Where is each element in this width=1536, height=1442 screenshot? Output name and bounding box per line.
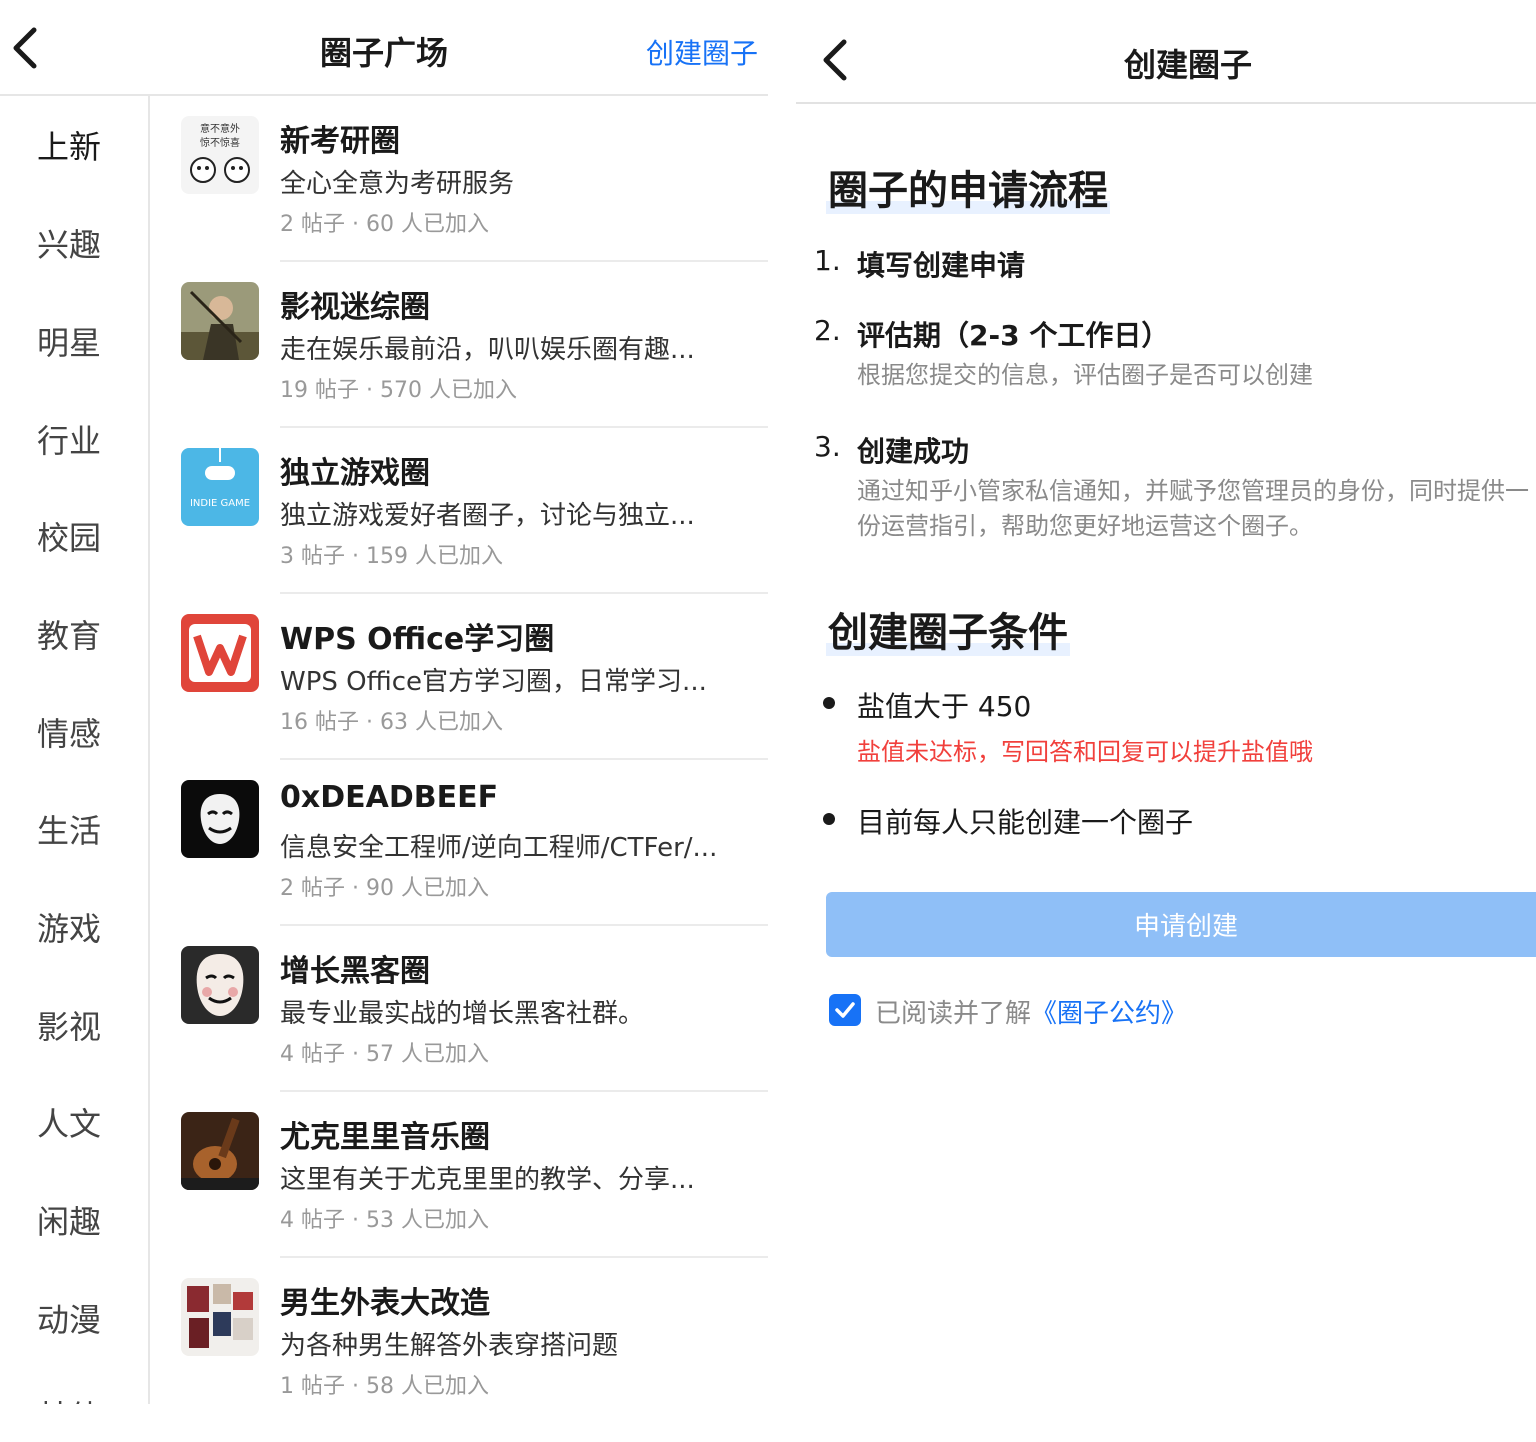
circle-desc: 独立游戏爱好者圈子，讨论与独立... xyxy=(280,501,695,531)
step-number: 2. xyxy=(814,314,841,347)
category-item[interactable]: 生活 xyxy=(37,806,147,852)
category-item[interactable]: 游戏 xyxy=(37,904,147,950)
circle-name: WPS Office学习圈 xyxy=(280,622,555,657)
circle-list: 意不意外 惊不惊喜 新考研圈 全心全意为考研服务 2 帖子 · 60 人已加入 xyxy=(150,96,768,1404)
circle-avatar-film xyxy=(181,282,259,360)
category-item[interactable]: 情感 xyxy=(37,709,147,755)
circle-desc: 走在娱乐最前沿，叭叭娱乐圈有趣... xyxy=(280,335,695,365)
bullet-dot xyxy=(823,697,835,709)
circle-meta: 4 帖子 · 53 人已加入 xyxy=(280,1208,489,1233)
circle-item[interactable]: WPS Office学习圈 WPS Office官方学习圈，日常学习... 16… xyxy=(150,594,768,760)
process-section-title: 圈子的申请流程 xyxy=(826,158,1110,216)
checkmark-icon xyxy=(835,1002,855,1018)
step-number: 1. xyxy=(814,244,841,277)
circle-desc: 这里有关于尤克里里的教学、分享... xyxy=(280,1165,695,1195)
category-item[interactable]: 教育 xyxy=(37,611,147,657)
circle-name: 男生外表大改造 xyxy=(280,1286,490,1321)
circle-meta: 3 帖子 · 159 人已加入 xyxy=(280,544,503,569)
circle-item[interactable]: 男生外表大改造 为各种男生解答外表穿搭问题 1 帖子 · 58 人已加入 xyxy=(150,1258,768,1404)
step-number: 3. xyxy=(814,430,841,463)
circle-item[interactable]: 尤克里里音乐圈 这里有关于尤克里里的教学、分享... 4 帖子 · 53 人已加… xyxy=(150,1092,768,1258)
circle-meta: 2 帖子 · 60 人已加入 xyxy=(280,212,489,237)
circle-rules-link[interactable]: 《圈子公约》 xyxy=(1031,999,1187,1029)
condition-text: 目前每人只能创建一个圈子 xyxy=(857,806,1194,839)
circle-name: 增长黑客圈 xyxy=(280,954,430,989)
circle-desc: 全心全意为考研服务 xyxy=(280,169,515,199)
anonymous-mask-icon xyxy=(181,780,259,858)
ukulele-icon xyxy=(181,1112,259,1190)
circle-name: 新考研圈 xyxy=(280,124,400,159)
step-title: 创建成功 xyxy=(857,435,970,468)
wps-logo-icon xyxy=(181,614,259,692)
circle-name: 独立游戏圈 xyxy=(280,456,430,491)
thumb-text: INDIE GAME xyxy=(190,498,250,509)
category-item[interactable]: 行业 xyxy=(37,416,147,462)
circle-avatar-indie-game: INDIE GAME xyxy=(181,448,259,526)
condition-text: 盐值大于 450 xyxy=(857,690,1032,723)
step-title: 评估期（2-3 个工作日） xyxy=(857,319,1170,352)
category-item[interactable]: 兴趣 xyxy=(37,220,147,266)
circle-item[interactable]: INDIE GAME 独立游戏圈 独立游戏爱好者圈子，讨论与独立... 3 帖子… xyxy=(150,428,768,594)
circle-meta: 16 帖子 · 63 人已加入 xyxy=(280,710,503,735)
thumb-text-2: 惊不惊喜 xyxy=(200,136,240,149)
circle-name: 尤克里里音乐圈 xyxy=(280,1120,490,1155)
circle-item[interactable]: 意不意外 惊不惊喜 新考研圈 全心全意为考研服务 2 帖子 · 60 人已加入 xyxy=(150,96,768,262)
circle-item[interactable]: 0xDEADBEEF 信息安全工程师/逆向工程师/CTFer/... 2 帖子 … xyxy=(150,760,768,926)
category-item[interactable]: 闲趣 xyxy=(37,1197,147,1243)
category-item[interactable]: 其他 xyxy=(37,1392,147,1404)
category-item[interactable]: 上新 xyxy=(37,122,147,168)
create-circle-link[interactable]: 创建圈子 xyxy=(646,32,758,72)
conditions-title-text: 创建圈子条件 xyxy=(826,610,1070,656)
circle-desc: 最专业最实战的增长黑客社群。 xyxy=(280,999,645,1029)
plaza-header: 圈子广场 创建圈子 xyxy=(0,0,768,96)
circle-desc: WPS Office官方学习圈，日常学习... xyxy=(280,667,707,697)
circle-meta: 4 帖子 · 57 人已加入 xyxy=(280,1042,489,1067)
category-item[interactable]: 校园 xyxy=(37,513,147,559)
conditions-section-title: 创建圈子条件 xyxy=(826,600,1070,658)
clothing-collage-icon xyxy=(181,1278,259,1356)
agreement-text: 已阅读并了解《圈子公约》 xyxy=(875,993,1187,1030)
circle-meta: 1 帖子 · 58 人已加入 xyxy=(280,1374,489,1399)
circle-desc: 信息安全工程师/逆向工程师/CTFer/... xyxy=(280,833,718,863)
circle-name: 0xDEADBEEF xyxy=(280,780,499,815)
circle-meta: 19 帖子 · 570 人已加入 xyxy=(280,378,517,403)
page-title: 创建圈子 xyxy=(1123,46,1252,84)
circle-meta: 2 帖子 · 90 人已加入 xyxy=(280,876,489,901)
circle-desc: 为各种男生解答外表穿搭问题 xyxy=(280,1331,619,1361)
create-circle-screen: 创建圈子 圈子的申请流程 1. 填写创建申请 2. 评估期（2-3 个工作日） … xyxy=(796,0,1536,1442)
category-sidebar: 上新 兴趣 明星 行业 校园 教育 情感 生活 游戏 影视 人文 闲趣 动漫 其… xyxy=(0,96,150,1404)
create-header: 创建圈子 xyxy=(796,0,1536,104)
thumb-text-1: 意不意外 xyxy=(200,122,240,135)
circle-item[interactable]: 影视迷综圈 走在娱乐最前沿，叭叭娱乐圈有趣... 19 帖子 · 570 人已加… xyxy=(150,262,768,428)
bullet-dot xyxy=(823,813,835,825)
step-desc: 根据您提交的信息，评估圈子是否可以创建 xyxy=(857,361,1313,389)
agreement-prefix: 已阅读并了解 xyxy=(875,999,1032,1029)
anonymous-mask-icon xyxy=(181,946,259,1024)
circle-plaza-screen: 圈子广场 创建圈子 上新 兴趣 明星 行业 校园 教育 情感 生活 游戏 影视 … xyxy=(0,0,768,1404)
category-item[interactable]: 影视 xyxy=(37,1002,147,1048)
circle-name: 影视迷综圈 xyxy=(280,290,430,325)
process-title-text: 圈子的申请流程 xyxy=(826,168,1110,214)
condition-warning: 盐值未达标，写回答和回复可以提升盐值哦 xyxy=(857,738,1313,766)
step-title: 填写创建申请 xyxy=(857,249,1026,282)
category-item[interactable]: 人文 xyxy=(37,1099,147,1145)
apply-create-button[interactable]: 申请创建 xyxy=(826,892,1536,957)
agreement-checkbox[interactable] xyxy=(829,994,861,1026)
step-desc: 通过知乎小管家私信通知，并赋予您管理员的身份，同时提供一份运营指引，帮助您更好地… xyxy=(857,477,1529,540)
category-item[interactable]: 明星 xyxy=(37,318,147,364)
circle-item[interactable]: 增长黑客圈 最专业最实战的增长黑客社群。 4 帖子 · 57 人已加入 xyxy=(150,926,768,1092)
category-item[interactable]: 动漫 xyxy=(37,1295,147,1341)
circle-avatar-exam: 意不意外 惊不惊喜 xyxy=(181,116,259,194)
